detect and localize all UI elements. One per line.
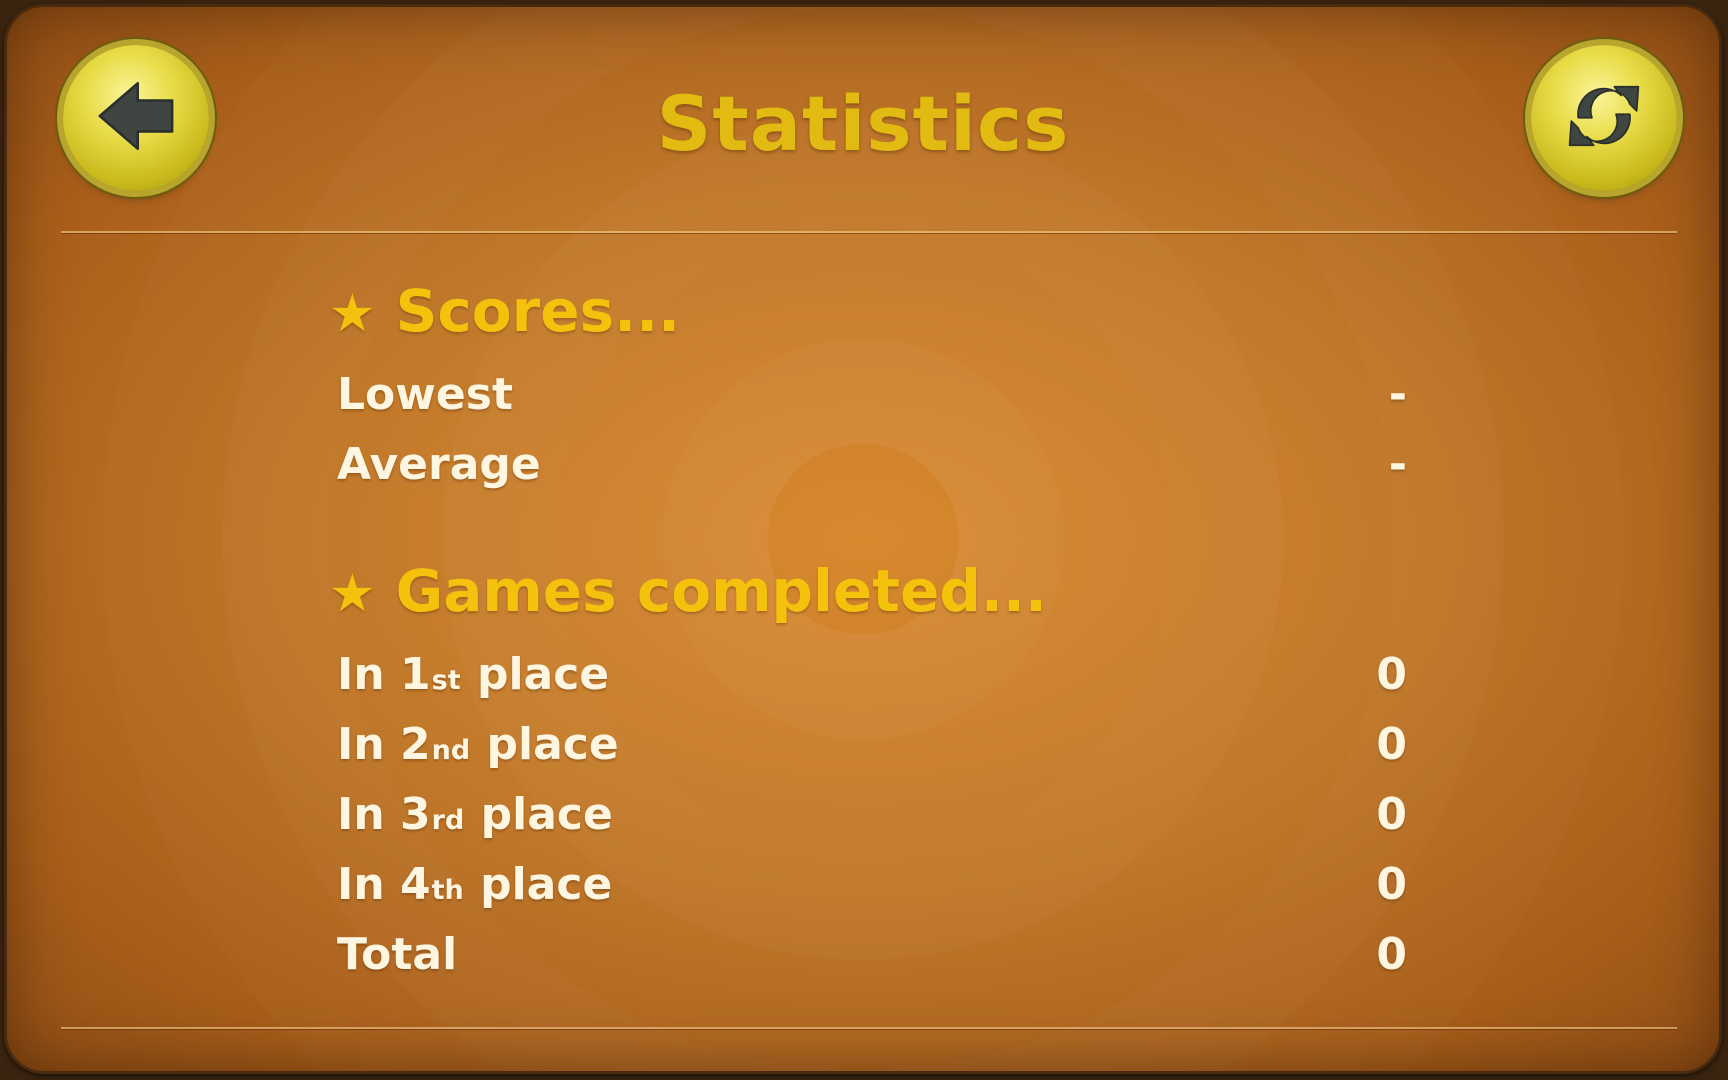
stat-label: In 3rd place xyxy=(337,789,613,840)
stat-row-average: Average - xyxy=(337,439,1407,495)
stat-row-lowest: Lowest - xyxy=(337,369,1407,425)
stat-label: Lowest xyxy=(337,369,513,420)
refresh-icon xyxy=(1561,73,1647,163)
stat-value: - xyxy=(1388,369,1407,420)
stat-row-4th-place: In 4th place 0 xyxy=(337,859,1407,915)
header: Statistics xyxy=(7,7,1719,235)
games-heading: ★ Games completed... xyxy=(329,557,1047,625)
star-icon: ★ xyxy=(329,564,376,624)
page-title: Statistics xyxy=(656,79,1070,168)
stat-value: - xyxy=(1388,439,1407,490)
stat-label: In 2nd place xyxy=(337,719,619,770)
footer-divider xyxy=(61,1027,1677,1029)
refresh-button[interactable] xyxy=(1531,45,1677,191)
scores-heading-label: Scores... xyxy=(395,277,681,345)
star-icon: ★ xyxy=(329,284,376,344)
stat-label: In 1st place xyxy=(337,649,610,700)
stat-value: 0 xyxy=(1376,789,1407,840)
stat-row-3rd-place: In 3rd place 0 xyxy=(337,789,1407,845)
scores-heading: ★ Scores... xyxy=(329,277,680,345)
stat-label: Average xyxy=(337,439,541,490)
stat-value: 0 xyxy=(1376,929,1407,980)
stat-value: 0 xyxy=(1376,649,1407,700)
stat-row-2nd-place: In 2nd place 0 xyxy=(337,719,1407,775)
stat-value: 0 xyxy=(1376,719,1407,770)
stat-row-1st-place: In 1st place 0 xyxy=(337,649,1407,705)
stat-label: Total xyxy=(337,929,458,980)
statistics-panel: Statistics ★ Scores... Lowest - Average -… xyxy=(4,4,1722,1074)
stat-value: 0 xyxy=(1376,859,1407,910)
stat-row-total: Total 0 xyxy=(337,929,1407,985)
stat-label: In 4th place xyxy=(337,859,613,910)
header-divider xyxy=(61,231,1677,233)
games-heading-label: Games completed... xyxy=(395,557,1047,625)
